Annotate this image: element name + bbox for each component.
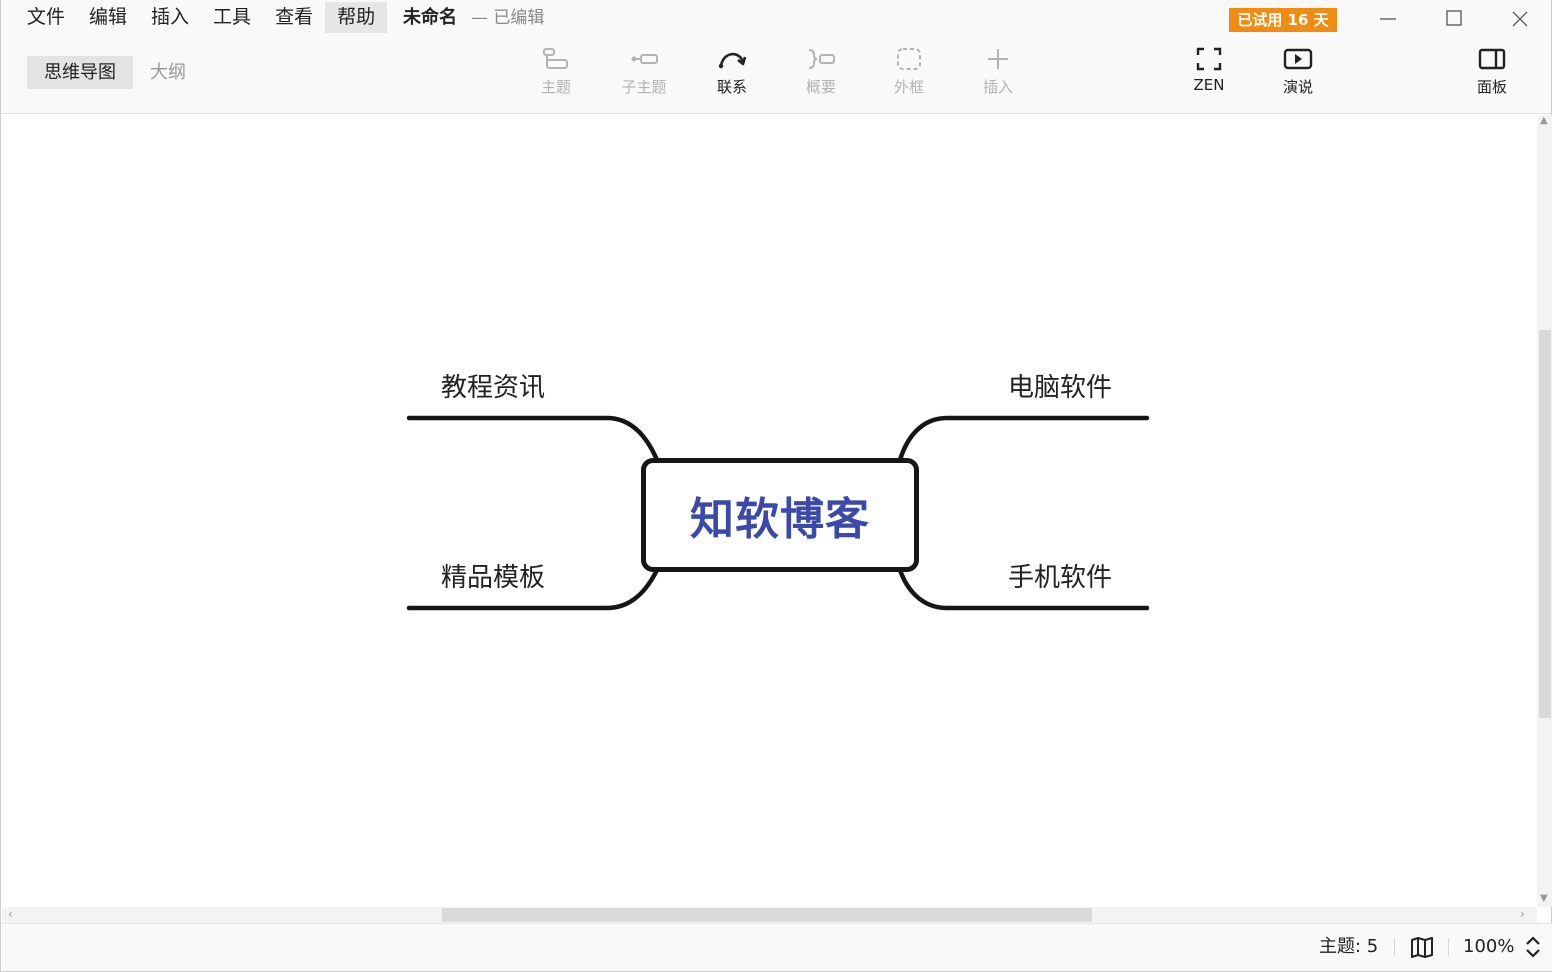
relationship-button[interactable]: 联系 xyxy=(697,46,767,108)
boundary-icon xyxy=(897,48,921,70)
scroll-down-icon[interactable]: ▼ xyxy=(1540,893,1548,904)
scroll-left-icon[interactable]: ‹ xyxy=(8,907,13,921)
status-bar: 主题: 5 100% xyxy=(2,923,1552,971)
map-view-button[interactable] xyxy=(1409,935,1435,963)
connector-top-right xyxy=(897,415,1150,463)
present-button[interactable]: 演说 xyxy=(1263,46,1333,108)
fullscreen-icon xyxy=(1196,47,1222,71)
menu-file[interactable]: 文件 xyxy=(15,2,77,33)
title-bar: 文件 编辑 插入 工具 查看 帮助 未命名 — 已编辑 已试用 16 天 xyxy=(1,0,1551,36)
subtopic-icon xyxy=(631,54,658,64)
status-divider xyxy=(1448,938,1449,956)
status-divider xyxy=(1394,938,1395,956)
topic-icon xyxy=(543,48,568,69)
document-status: — 已编辑 xyxy=(471,8,545,28)
scroll-right-icon[interactable]: › xyxy=(1520,907,1525,921)
menu-tools[interactable]: 工具 xyxy=(201,2,263,33)
branch-topic-top-right[interactable]: 电脑软件 xyxy=(1008,367,1112,404)
central-topic[interactable]: 知软博客 xyxy=(641,458,919,572)
menu-bar: 文件 编辑 插入 工具 查看 帮助 xyxy=(15,2,388,33)
menu-view[interactable]: 查看 xyxy=(263,2,325,33)
panel-label: 面板 xyxy=(1476,78,1507,96)
panel-icon xyxy=(1478,48,1506,70)
summary-label: 概要 xyxy=(805,78,836,96)
horizontal-scrollbar[interactable]: ‹ › xyxy=(2,907,1537,923)
branch-topic-top-left[interactable]: 教程资讯 xyxy=(441,367,545,404)
topic-count: 主题: 5 xyxy=(1319,936,1379,957)
insert-button[interactable]: 插入 xyxy=(963,46,1033,108)
zoom-stepper[interactable] xyxy=(1524,934,1542,964)
view-outline-button[interactable]: 大纲 xyxy=(133,56,203,89)
close-icon xyxy=(1512,11,1528,27)
branch-topic-bottom-right[interactable]: 手机软件 xyxy=(1008,557,1112,594)
maximize-button[interactable] xyxy=(1439,4,1469,32)
topic-button[interactable]: 主题 xyxy=(521,46,591,108)
close-window-button[interactable] xyxy=(1505,4,1535,32)
topic-label: 主题 xyxy=(540,78,571,96)
central-topic-text: 知软博客 xyxy=(690,494,870,545)
plus-icon xyxy=(988,49,1008,69)
view-mindmap-button[interactable]: 思维导图 xyxy=(27,56,133,89)
app-window: 文件 编辑 插入 工具 查看 帮助 未命名 — 已编辑 已试用 16 天 思维导… xyxy=(0,0,1552,972)
boundary-label: 外框 xyxy=(893,78,924,96)
summary-icon xyxy=(808,49,835,69)
zen-button[interactable]: ZEN xyxy=(1174,46,1244,108)
subtopic-button[interactable]: 子主题 xyxy=(609,46,679,108)
menu-help[interactable]: 帮助 xyxy=(325,2,388,33)
view-toggle: 思维导图 大纲 xyxy=(27,56,203,89)
scroll-up-icon[interactable]: ▲ xyxy=(1540,115,1548,126)
menu-edit[interactable]: 编辑 xyxy=(77,2,139,33)
trial-badge[interactable]: 已试用 16 天 xyxy=(1229,8,1337,32)
vertical-scroll-thumb[interactable] xyxy=(1539,330,1551,718)
subtopic-label: 子主题 xyxy=(621,78,667,96)
minimize-icon xyxy=(1380,18,1396,20)
mindmap-canvas[interactable]: 知软博客 教程资讯 精品模板 电脑软件 手机软件 xyxy=(2,115,1537,907)
panel-button[interactable]: 面板 xyxy=(1457,46,1527,108)
chevron-up-down-icon xyxy=(1526,936,1540,958)
minimize-button[interactable] xyxy=(1373,4,1403,32)
zen-label: ZEN xyxy=(1193,76,1225,94)
present-label: 演说 xyxy=(1282,78,1313,96)
book-icon xyxy=(1411,937,1433,958)
toolbar: 思维导图 大纲 主题 子主题 联系 概要 外框 插入 ZEN 演说 面板 xyxy=(1,36,1551,114)
vertical-scrollbar[interactable]: ▲ ▼ xyxy=(1537,115,1552,907)
connector-top-left xyxy=(406,415,660,463)
insert-label: 插入 xyxy=(982,78,1013,96)
document-title: 未命名 xyxy=(403,7,457,28)
relationship-icon xyxy=(718,52,747,69)
summary-button[interactable]: 概要 xyxy=(786,46,856,108)
zoom-level[interactable]: 100% xyxy=(1463,924,1514,970)
branch-topic-bottom-left[interactable]: 精品模板 xyxy=(441,557,545,594)
boundary-button[interactable]: 外框 xyxy=(874,46,944,108)
horizontal-scroll-thumb[interactable] xyxy=(442,908,1092,922)
maximize-icon xyxy=(1446,10,1462,26)
relationship-label: 联系 xyxy=(716,78,747,96)
play-icon xyxy=(1283,48,1313,70)
menu-insert[interactable]: 插入 xyxy=(139,2,201,33)
